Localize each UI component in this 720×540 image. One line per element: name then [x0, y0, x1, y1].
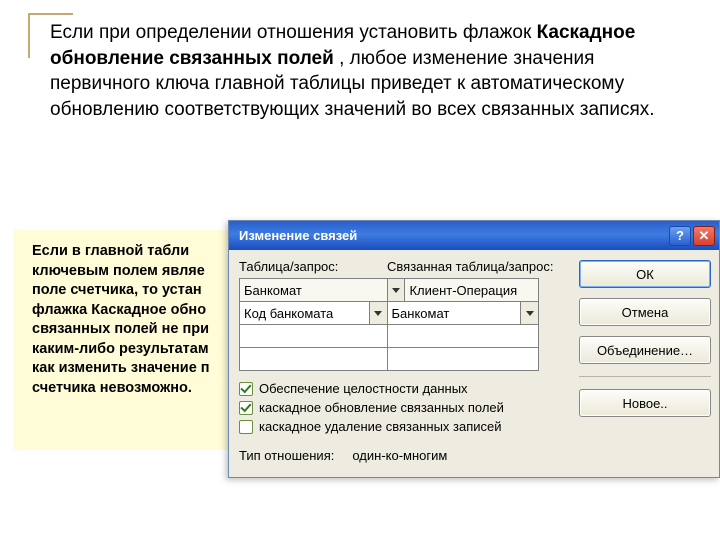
primary-table-value: Банкомат — [244, 283, 302, 298]
related-field-value: Банкомат — [392, 306, 450, 321]
edit-relationships-dialog: Изменение связей ? ✕ Таблица/запрос: Свя… — [228, 220, 720, 478]
help-button[interactable]: ? — [669, 226, 691, 246]
join-type-button[interactable]: Объединение… — [579, 336, 711, 364]
note-line-1c: поле счетчика, то устан — [32, 282, 202, 298]
primary-field-value: Код банкомата — [244, 306, 333, 321]
dialog-title: Изменение связей — [239, 228, 357, 243]
relationship-type-label: Тип отношения: — [239, 448, 334, 463]
checkbox-cascade-update[interactable] — [239, 401, 253, 415]
question-icon: ? — [676, 228, 684, 243]
chevron-down-icon[interactable] — [521, 302, 539, 325]
enforce-integrity-row[interactable]: Обеспечение целостности данных — [239, 381, 567, 396]
note-line-2-pre: флажка — [32, 302, 91, 318]
label-related-table-query: Связанная таблица/запрос: — [387, 259, 553, 274]
create-new-button-label: Новое.. — [622, 396, 667, 411]
main-text-prefix: Если при определении отношения установит… — [50, 22, 537, 43]
note-line-5: как изменить значение п — [32, 360, 210, 376]
create-new-button[interactable]: Новое.. — [579, 389, 711, 417]
ok-button[interactable]: ОК — [579, 260, 711, 288]
chevron-down-icon[interactable] — [388, 279, 406, 302]
chevron-down-icon[interactable] — [370, 302, 388, 325]
join-type-button-label: Объединение… — [597, 343, 693, 358]
checkbox-cascade-update-label: каскадное обновление связанных полей — [259, 400, 504, 415]
main-paragraph: Если при определении отношения установит… — [50, 20, 690, 123]
note-line-3-rest: не при — [158, 321, 209, 337]
relationship-grid: Банкомат Клиент-Операция Код банкомата Б… — [239, 278, 539, 371]
relationship-type-value: один-ко-многим — [352, 448, 447, 463]
cancel-button[interactable]: Отмена — [579, 298, 711, 326]
related-field-select[interactable]: Банкомат — [388, 302, 522, 325]
note-line-6: счетчика невозможно. — [32, 380, 192, 396]
empty-cell[interactable] — [388, 325, 540, 348]
note-line-4: каким-либо результатам — [32, 341, 209, 357]
checkbox-cascade-delete[interactable] — [239, 420, 253, 434]
primary-field-select[interactable]: Код банкомата — [240, 302, 370, 325]
close-icon: ✕ — [699, 228, 710, 244]
empty-cell[interactable] — [240, 348, 388, 371]
cascade-update-row[interactable]: каскадное обновление связанных полей — [239, 400, 567, 415]
related-table-value: Клиент-Операция — [409, 283, 517, 298]
dialog-titlebar[interactable]: Изменение связей ? ✕ — [229, 221, 719, 250]
note-line-1b: ключевым полем являе — [32, 263, 205, 279]
checkbox-cascade-delete-label: каскадное удаление связанных записей — [259, 419, 502, 434]
checkbox-enforce-integrity[interactable] — [239, 382, 253, 396]
cancel-button-label: Отмена — [622, 305, 669, 320]
empty-cell[interactable] — [240, 325, 388, 348]
close-button[interactable]: ✕ — [693, 226, 715, 246]
primary-table-select[interactable]: Банкомат — [240, 279, 388, 302]
checkbox-enforce-integrity-label: Обеспечение целостности данных — [259, 381, 468, 396]
ok-button-label: ОК — [636, 267, 654, 282]
divider — [579, 376, 711, 377]
label-table-query: Таблица/запрос: — [239, 259, 387, 274]
note-line-2-bold: Каскадное обно — [91, 302, 206, 318]
note-line-1a: Если в главной табли — [32, 243, 189, 259]
related-table-select[interactable]: Клиент-Операция — [405, 279, 539, 302]
empty-cell[interactable] — [388, 348, 540, 371]
cascade-delete-row[interactable]: каскадное удаление связанных записей — [239, 419, 567, 434]
note-line-3-bold: связанных полей — [32, 321, 158, 337]
